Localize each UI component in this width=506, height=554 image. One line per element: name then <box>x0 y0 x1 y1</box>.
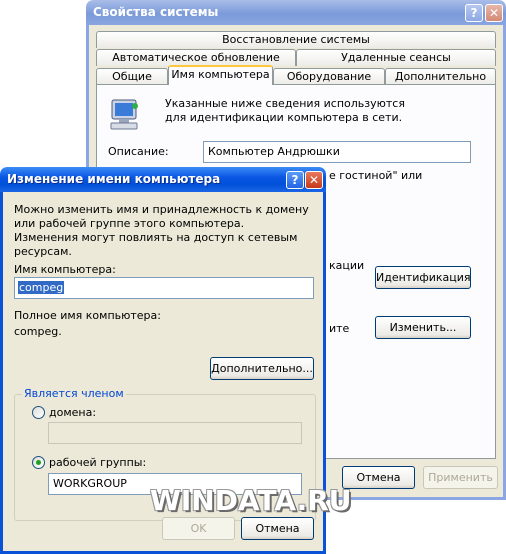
change-button[interactable]: Изменить... <box>375 316 471 339</box>
domain-input[interactable] <box>48 422 302 444</box>
tab-hardware[interactable]: Оборудование <box>273 68 385 85</box>
tab-system-restore[interactable]: Восстановление системы <box>96 31 496 48</box>
computer-icon <box>107 98 141 132</box>
system-properties-title: Свойства системы <box>93 5 219 19</box>
watermark: WINDATA.RU <box>150 484 352 517</box>
tab-remote[interactable]: Удаленные сеансы <box>296 49 496 66</box>
rename-help-button[interactable]: ? <box>286 171 304 189</box>
domain-label: домена: <box>49 406 97 419</box>
more-button[interactable]: Дополнительно... <box>210 357 314 380</box>
description-input[interactable]: Компьютер Андрюшки <box>203 141 471 163</box>
tab-advanced[interactable]: Дополнительно <box>385 68 496 85</box>
full-name-value: compeg. <box>14 325 62 338</box>
rename-dialog-title: Изменение имени компьютера <box>7 172 221 186</box>
computer-name-label: Имя компьютера: <box>14 263 116 276</box>
tab-general[interactable]: Общие <box>96 68 168 85</box>
radio-selected-dot <box>36 460 41 465</box>
tab-automatic-updates[interactable]: Автоматическое обновление <box>96 49 296 66</box>
workgroup-label: рабочей группы: <box>49 456 147 469</box>
identification-button[interactable]: Идентификация <box>375 266 471 289</box>
close-button[interactable]: ✕ <box>485 4 503 22</box>
system-properties-titlebar[interactable]: Свойства системы <box>86 0 506 25</box>
partial-hint-text: е гостиной" или <box>329 169 423 182</box>
rename-close-button[interactable]: ✕ <box>305 171 323 189</box>
tab-computer-name[interactable]: Имя компьютера <box>168 65 273 85</box>
system-properties-cancel-button[interactable]: Отмена <box>342 466 415 489</box>
computer-name-value: compeg <box>18 281 65 294</box>
rename-cancel-button[interactable]: Отмена <box>241 517 314 540</box>
computer-name-input[interactable]: compeg <box>14 277 314 299</box>
domain-radio[interactable] <box>32 406 45 419</box>
partial-change-text: ите <box>329 322 350 335</box>
apply-button[interactable]: Применить <box>423 466 498 489</box>
description-label: Описание: <box>108 145 169 158</box>
intro-text: Указанные ниже сведения используются для… <box>165 97 405 124</box>
workgroup-radio[interactable] <box>32 456 45 469</box>
rename-intro-text: Можно изменить имя и принадлежность к до… <box>14 203 309 258</box>
partial-identification-text: кации <box>329 259 365 272</box>
full-name-label: Полное имя компьютера: <box>14 309 161 322</box>
membership-group-title: Является членом <box>22 387 126 400</box>
help-button[interactable]: ? <box>465 4 483 22</box>
rename-dialog-titlebar[interactable]: Изменение имени компьютера <box>0 167 326 192</box>
ok-button[interactable]: OK <box>162 517 235 540</box>
